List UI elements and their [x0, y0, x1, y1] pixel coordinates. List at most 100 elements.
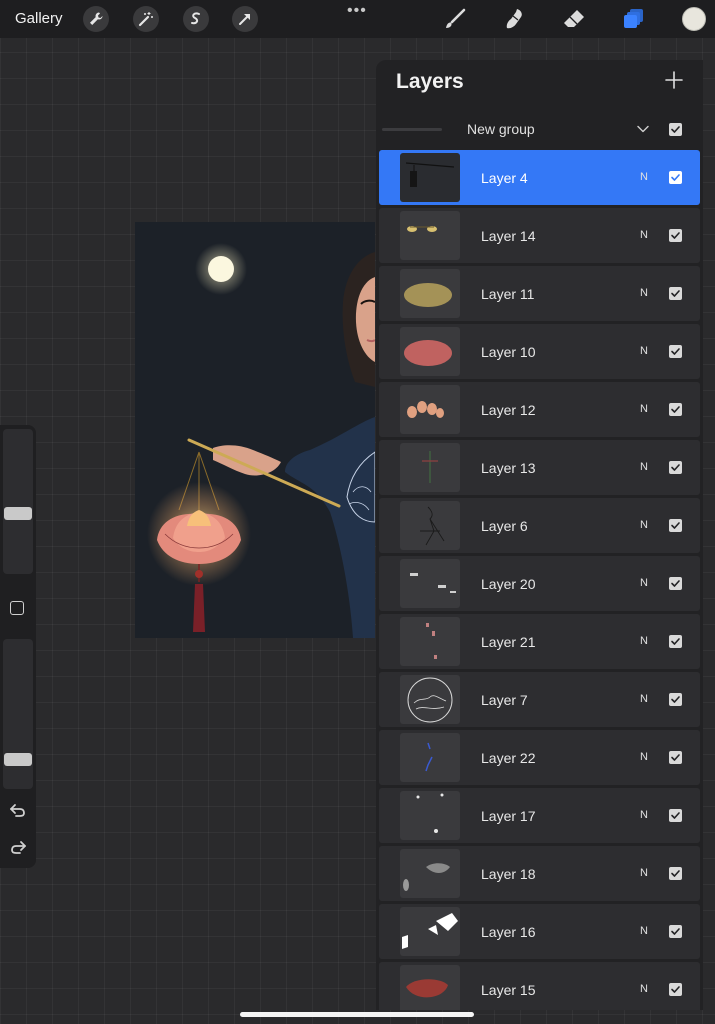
layer-name: Layer 7 — [481, 692, 528, 708]
layer-name: Layer 20 — [481, 576, 536, 592]
layer-visibility-checkbox[interactable] — [669, 171, 682, 184]
layer-visibility-checkbox[interactable] — [669, 809, 682, 822]
smudge-icon[interactable] — [502, 6, 528, 32]
blend-mode-button[interactable]: N — [640, 461, 648, 473]
blend-mode-button[interactable]: N — [640, 809, 648, 821]
opacity-handle[interactable] — [4, 752, 32, 766]
layer-name: Layer 18 — [481, 866, 536, 882]
layer-name: Layer 22 — [481, 750, 536, 766]
layer-row[interactable]: Layer 17 N — [379, 788, 700, 843]
blend-mode-button[interactable]: N — [640, 867, 648, 879]
layer-row[interactable]: Layer 4 N — [379, 150, 700, 205]
layer-row[interactable]: Layer 13 N — [379, 440, 700, 495]
layer-name: Layer 4 — [481, 170, 528, 186]
layers-icon[interactable] — [621, 6, 647, 32]
transform-arrow-icon[interactable] — [232, 6, 258, 32]
layer-thumbnail — [400, 385, 460, 434]
layer-thumbnail — [400, 211, 460, 260]
blend-mode-button[interactable]: N — [640, 403, 648, 415]
layer-name: Layer 15 — [481, 982, 536, 998]
layer-row[interactable]: Layer 15 N — [379, 962, 700, 1010]
layer-row[interactable]: Layer 16 N — [379, 904, 700, 959]
layer-visibility-checkbox[interactable] — [669, 751, 682, 764]
layer-group-row[interactable]: New group — [376, 110, 703, 150]
layer-visibility-checkbox[interactable] — [669, 635, 682, 648]
blend-mode-button[interactable]: N — [640, 577, 648, 589]
brush-size-handle[interactable] — [4, 507, 32, 521]
layers-panel: Layers New group Layer 4 N Layer 14 N La… — [376, 60, 703, 1010]
layer-thumbnail — [400, 907, 460, 956]
wrench-icon[interactable] — [83, 6, 109, 32]
layer-row[interactable]: Layer 6 N — [379, 498, 700, 553]
layer-thumbnail — [400, 501, 460, 550]
layer-name: Layer 12 — [481, 402, 536, 418]
layer-visibility-checkbox[interactable] — [669, 461, 682, 474]
eraser-icon[interactable] — [561, 6, 587, 32]
blend-mode-button[interactable]: N — [640, 171, 648, 183]
brush-size-slider[interactable] — [3, 429, 33, 574]
gallery-button[interactable]: Gallery — [15, 10, 63, 27]
layer-visibility-checkbox[interactable] — [669, 229, 682, 242]
layer-row[interactable]: Layer 22 N — [379, 730, 700, 785]
color-picker-button[interactable] — [682, 7, 706, 31]
drawing-canvas[interactable] — [135, 222, 375, 638]
plus-icon[interactable] — [663, 69, 685, 91]
layer-visibility-checkbox[interactable] — [669, 867, 682, 880]
layer-thumbnail — [400, 733, 460, 782]
undo-icon[interactable] — [8, 800, 28, 820]
layer-name: Layer 21 — [481, 634, 536, 650]
layer-visibility-checkbox[interactable] — [669, 983, 682, 996]
layer-name: Layer 14 — [481, 228, 536, 244]
layer-row[interactable]: Layer 12 N — [379, 382, 700, 437]
layer-visibility-checkbox[interactable] — [669, 403, 682, 416]
layer-visibility-checkbox[interactable] — [669, 519, 682, 532]
layer-thumbnail — [400, 559, 460, 608]
magic-wand-icon[interactable] — [133, 6, 159, 32]
opacity-slider[interactable] — [3, 639, 33, 789]
layer-thumbnail — [400, 675, 460, 724]
layer-row[interactable]: Layer 7 N — [379, 672, 700, 727]
layer-name: Layer 16 — [481, 924, 536, 940]
layer-thumbnail — [400, 617, 460, 666]
more-options-button[interactable]: ••• — [347, 2, 367, 20]
layer-row[interactable]: Layer 14 N — [379, 208, 700, 263]
layer-row[interactable]: Layer 10 N — [379, 324, 700, 379]
blend-mode-button[interactable]: N — [640, 693, 648, 705]
blend-mode-button[interactable]: N — [640, 519, 648, 531]
blend-mode-button[interactable]: N — [640, 751, 648, 763]
layer-visibility-checkbox[interactable] — [669, 577, 682, 590]
selection-icon[interactable] — [183, 6, 209, 32]
artwork — [135, 222, 375, 638]
layer-thumbnail — [400, 443, 460, 492]
layer-thumbnail — [400, 791, 460, 840]
layer-row[interactable]: Layer 11 N — [379, 266, 700, 321]
layer-visibility-checkbox[interactable] — [669, 693, 682, 706]
layer-name: Layer 17 — [481, 808, 536, 824]
home-indicator[interactable] — [240, 1012, 474, 1017]
blend-mode-button[interactable]: N — [640, 983, 648, 995]
blend-mode-button[interactable]: N — [640, 287, 648, 299]
group-visibility-checkbox[interactable] — [669, 123, 682, 136]
layer-name: Layer 10 — [481, 344, 536, 360]
panel-title: Layers — [396, 70, 464, 93]
group-divider — [382, 128, 442, 131]
blend-mode-button[interactable]: N — [640, 345, 648, 357]
blend-mode-button[interactable]: N — [640, 229, 648, 241]
redo-icon[interactable] — [8, 837, 28, 857]
blend-mode-button[interactable]: N — [640, 635, 648, 647]
modify-square-icon[interactable] — [10, 601, 24, 615]
layer-thumbnail — [400, 849, 460, 898]
layer-thumbnail — [400, 965, 460, 1010]
layer-row[interactable]: Layer 20 N — [379, 556, 700, 611]
group-name: New group — [467, 121, 535, 137]
layer-visibility-checkbox[interactable] — [669, 287, 682, 300]
layer-row[interactable]: Layer 21 N — [379, 614, 700, 669]
brush-icon[interactable] — [442, 6, 468, 32]
layer-row[interactable]: Layer 18 N — [379, 846, 700, 901]
blend-mode-button[interactable]: N — [640, 925, 648, 937]
layer-visibility-checkbox[interactable] — [669, 925, 682, 938]
layer-thumbnail — [400, 327, 460, 376]
layer-thumbnail — [400, 269, 460, 318]
layer-visibility-checkbox[interactable] — [669, 345, 682, 358]
chevron-down-icon[interactable] — [636, 122, 650, 136]
